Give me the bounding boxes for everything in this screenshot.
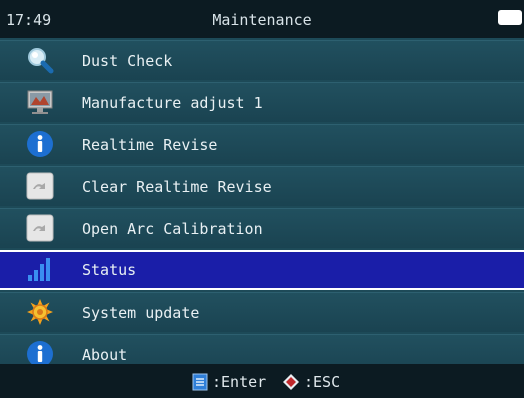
menu-item-open-arc-calibration[interactable]: Open Arc Calibration: [0, 208, 524, 248]
menu-item-dust-check[interactable]: Dust Check: [0, 40, 524, 80]
enter-key-icon: [192, 373, 208, 391]
gray-arrow-icon: [26, 214, 54, 242]
menu-item-manufacture-adjust[interactable]: Manufacture adjust 1: [0, 82, 524, 122]
menu-item-label: Clear Realtime Revise: [82, 178, 272, 196]
enter-hint: :Enter: [192, 373, 266, 391]
info-icon: [26, 130, 54, 158]
menu-item-realtime-revise[interactable]: Realtime Revise: [0, 124, 524, 164]
esc-key-icon: [282, 373, 300, 391]
menu-item-label: Dust Check: [82, 52, 173, 70]
maintenance-screen: 17:49 Maintenance Dust Check Manufacture…: [0, 0, 524, 398]
key-hints-bar: :Enter :ESC: [0, 364, 524, 398]
menu-item-label: About: [82, 346, 128, 364]
signal-bars-icon: [26, 255, 54, 283]
menu-item-label: Status: [82, 261, 137, 279]
menu-item-status[interactable]: Status: [0, 250, 524, 290]
monitor-icon: [26, 88, 54, 116]
battery-icon: [498, 10, 522, 25]
menu-item-label: Manufacture adjust 1: [82, 94, 263, 112]
esc-hint: :ESC: [282, 373, 340, 391]
menu-item-system-update[interactable]: System update: [0, 292, 524, 332]
enter-hint-label: :Enter: [212, 373, 267, 391]
menu-item-clear-realtime-revise[interactable]: Clear Realtime Revise: [0, 166, 524, 206]
menu-item-label: Open Arc Calibration: [82, 220, 263, 238]
menu-item-label: Realtime Revise: [82, 136, 218, 154]
sun-gear-icon: [26, 298, 54, 326]
gray-arrow-icon: [26, 172, 54, 200]
magnifier-icon: [26, 46, 54, 74]
page-title: Maintenance: [212, 11, 312, 29]
status-bar: 17:49 Maintenance: [0, 0, 524, 38]
esc-hint-label: :ESC: [304, 373, 341, 391]
menu-item-label: System update: [82, 304, 200, 322]
maintenance-menu: Dust Check Manufacture adjust 1 Realtime…: [0, 40, 524, 376]
